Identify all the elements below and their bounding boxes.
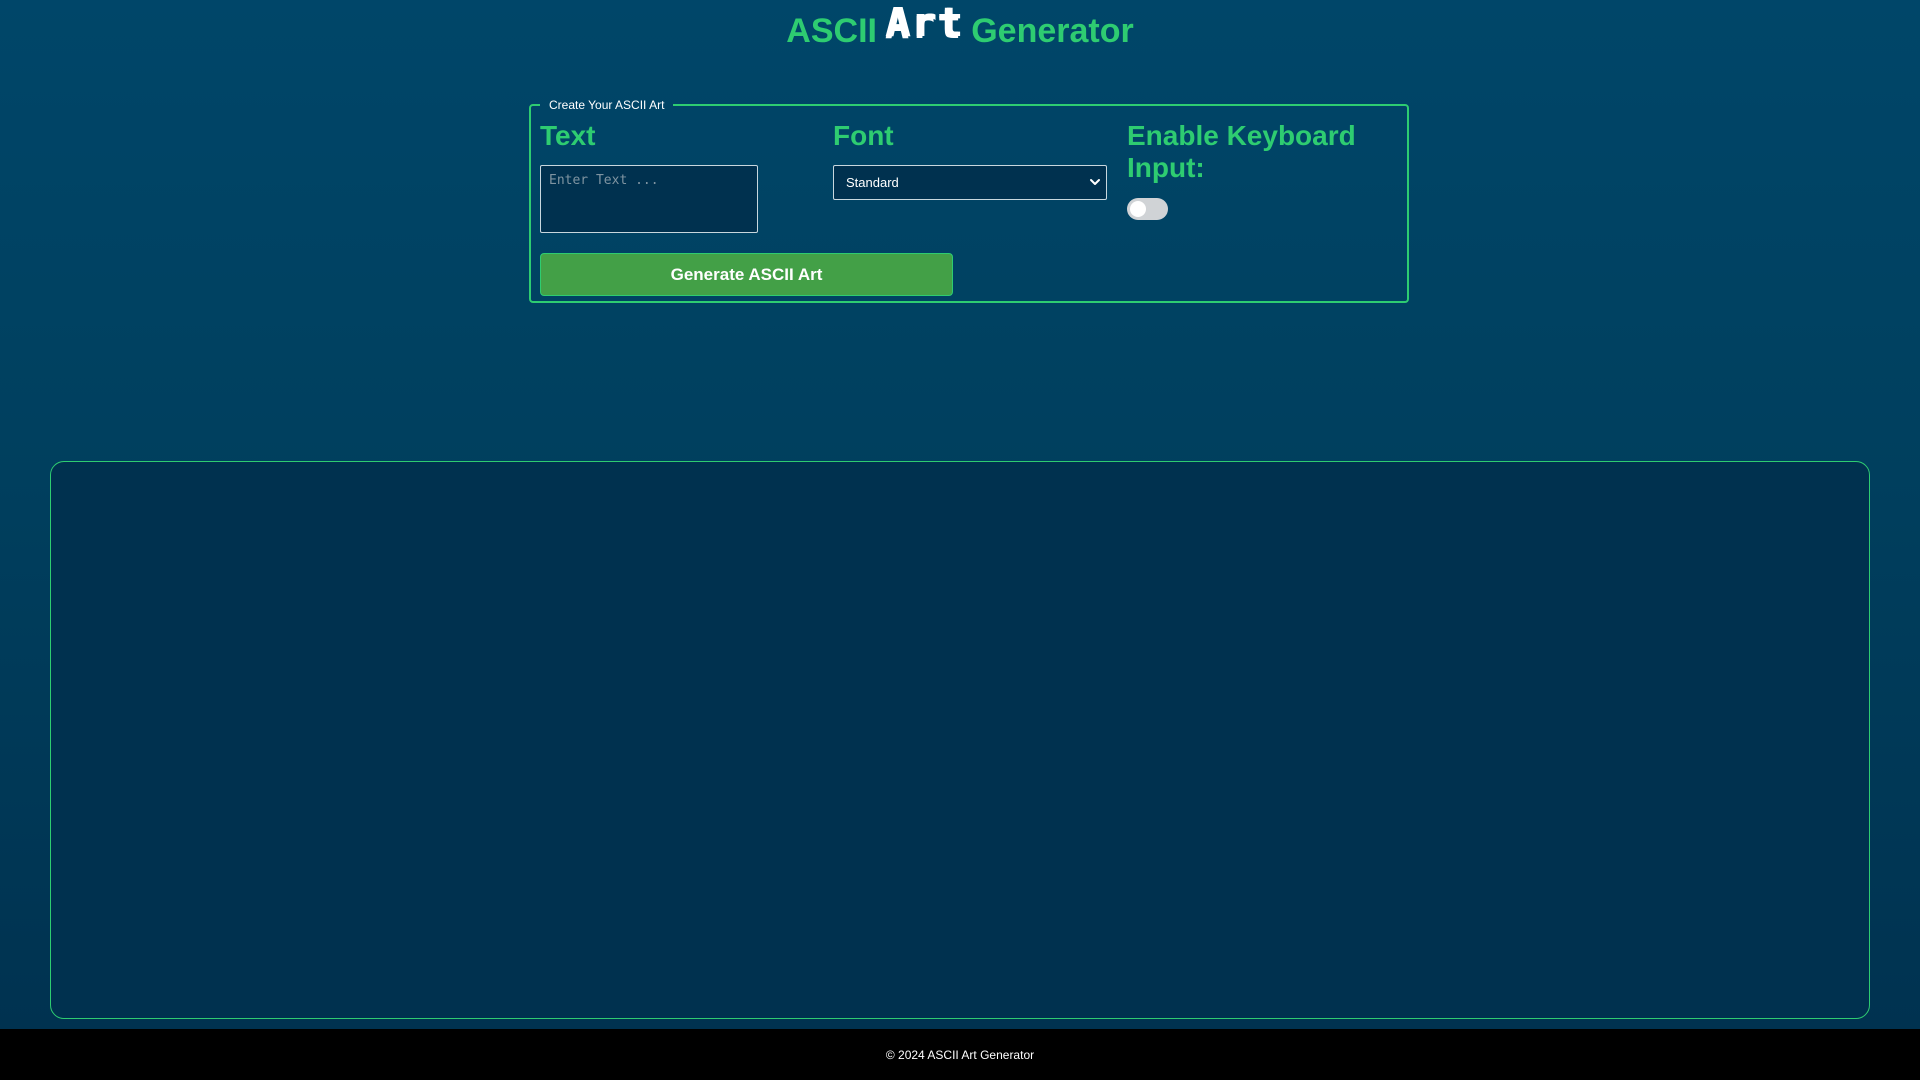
text-column: Text <box>540 120 596 152</box>
font-label: Font <box>833 120 894 151</box>
title-suffix: Generator <box>971 11 1134 50</box>
ascii-output-panel <box>50 461 1870 1019</box>
keyboard-label: Enable Keyboard Input: <box>1127 120 1356 183</box>
create-panel-legend: Create Your ASCII Art <box>549 98 665 112</box>
text-input[interactable] <box>540 165 758 233</box>
keyboard-input-toggle[interactable] <box>1127 198 1168 220</box>
footer: © 2024 ASCII Art Generator <box>0 1029 1920 1080</box>
font-column: Font <box>833 120 894 152</box>
font-select-value: Standard <box>846 175 899 190</box>
font-select[interactable]: Standard <box>833 165 1107 200</box>
title-prefix: ASCII <box>786 11 877 50</box>
footer-text: © 2024 ASCII Art Generator <box>885 1047 1035 1062</box>
title-art-logo: Art <box>884 0 964 46</box>
chevron-down-icon <box>1090 179 1100 185</box>
toggle-knob <box>1130 201 1146 217</box>
text-label: Text <box>540 120 596 151</box>
page-title: ASCII Art Generator <box>0 0 1920 62</box>
keyboard-column: Enable Keyboard Input: <box>1127 120 1387 184</box>
generate-button[interactable]: Generate ASCII Art <box>540 253 953 296</box>
